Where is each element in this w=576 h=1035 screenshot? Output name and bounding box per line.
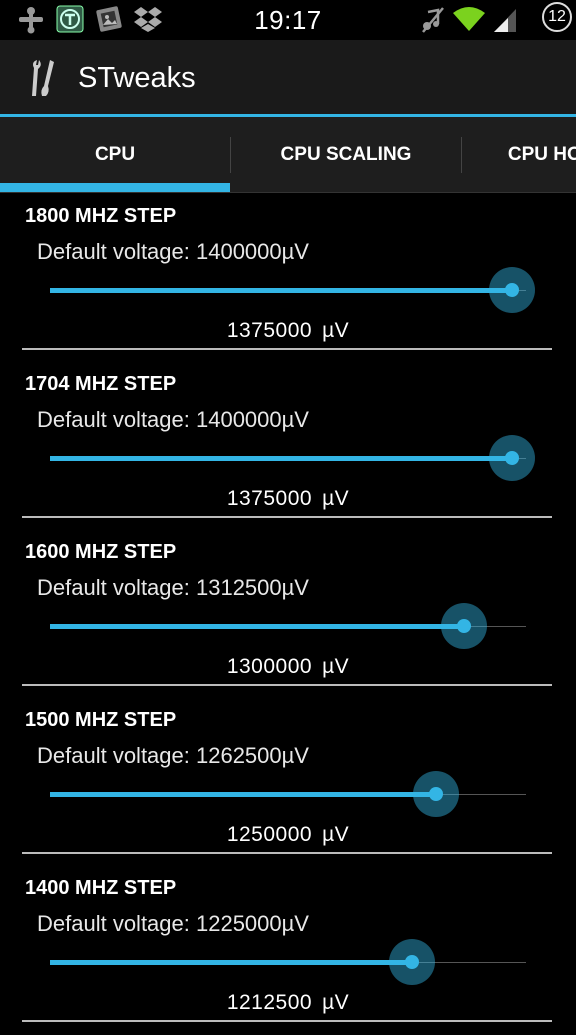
- step-divider: [22, 852, 552, 854]
- step-value-number: 1375000: [226, 319, 313, 342]
- step-value-unit: µV: [322, 655, 350, 678]
- step-value-unit: µV: [322, 319, 350, 342]
- step-title: 1500 MHZ STEP: [25, 709, 177, 731]
- slider-fill: [50, 624, 465, 629]
- slider-fill: [50, 960, 412, 965]
- step-value: 1250000 µV: [0, 823, 576, 847]
- slider-thumb[interactable]: [488, 267, 535, 313]
- step-value: 1300000 µV: [0, 655, 576, 679]
- step-divider: [22, 1020, 552, 1022]
- slider-fill: [50, 456, 512, 461]
- status-time: 19:17: [254, 5, 322, 35]
- step-value-number: 1300000: [226, 655, 313, 678]
- step-title: 1800 MHZ STEP: [25, 205, 177, 227]
- voltage-step-1500: 1500 MHZ STEP Default voltage: 1262500µV…: [0, 699, 576, 867]
- slider-thumb[interactable]: [441, 603, 488, 649]
- tab-bar: CPU CPU SCALING CPU HOTPLUG: [0, 117, 576, 193]
- slider-thumb[interactable]: [388, 939, 435, 985]
- step-value-number: 1375000: [226, 487, 313, 510]
- step-default-voltage: Default voltage: 1400000µV: [37, 407, 309, 432]
- step-value-unit: µV: [322, 487, 350, 510]
- step-default-voltage: Default voltage: 1312500µV: [37, 575, 309, 600]
- action-bar: STweaks: [0, 40, 576, 116]
- wifi-icon: [452, 6, 486, 37]
- voltage-step-1704: 1704 MHZ STEP Default voltage: 1400000µV…: [0, 363, 576, 531]
- step-divider: [22, 684, 552, 686]
- status-bar: 19:17 12: [0, 0, 576, 40]
- slider-fill: [50, 288, 512, 293]
- step-value: 1212500 µV: [0, 991, 576, 1015]
- step-title: 1600 MHZ STEP: [25, 541, 177, 563]
- mute-icon: [420, 6, 446, 39]
- voltage-step-1800: 1800 MHZ STEP Default voltage: 1400000µV…: [0, 195, 576, 363]
- voltage-step-1600: 1600 MHZ STEP Default voltage: 1312500µV…: [0, 531, 576, 699]
- step-title: 1400 MHZ STEP: [25, 877, 177, 899]
- step-value-number: 1212500: [226, 991, 313, 1014]
- signal-icon: [492, 7, 518, 38]
- step-value: 1375000 µV: [0, 319, 576, 343]
- tab-bar-bottom-line: [0, 192, 576, 193]
- step-value-number: 1250000: [226, 823, 313, 846]
- step-value: 1375000 µV: [0, 487, 576, 511]
- tools-icon[interactable]: [28, 56, 58, 105]
- voltage-step-1400: 1400 MHZ STEP Default voltage: 1225000µV…: [0, 867, 576, 1035]
- slider-fill: [50, 792, 436, 797]
- battery-badge: 12: [542, 2, 572, 32]
- tab-cpu-hotplug[interactable]: CPU HOTPLUG: [462, 117, 576, 193]
- tab-cpu[interactable]: CPU: [0, 117, 230, 193]
- slider-thumb[interactable]: [412, 771, 459, 817]
- step-divider: [22, 348, 552, 350]
- step-value-unit: µV: [322, 823, 350, 846]
- step-title: 1704 MHZ STEP: [25, 373, 177, 395]
- step-default-voltage: Default voltage: 1225000µV: [37, 911, 309, 936]
- app-title: STweaks: [78, 62, 196, 94]
- step-default-voltage: Default voltage: 1262500µV: [37, 743, 309, 768]
- step-value-unit: µV: [322, 991, 350, 1014]
- step-default-voltage: Default voltage: 1400000µV: [37, 239, 309, 264]
- step-divider: [22, 516, 552, 518]
- tab-cpu-scaling[interactable]: CPU SCALING: [231, 117, 461, 193]
- tab-selected-indicator: [0, 183, 230, 192]
- slider-thumb[interactable]: [488, 435, 535, 481]
